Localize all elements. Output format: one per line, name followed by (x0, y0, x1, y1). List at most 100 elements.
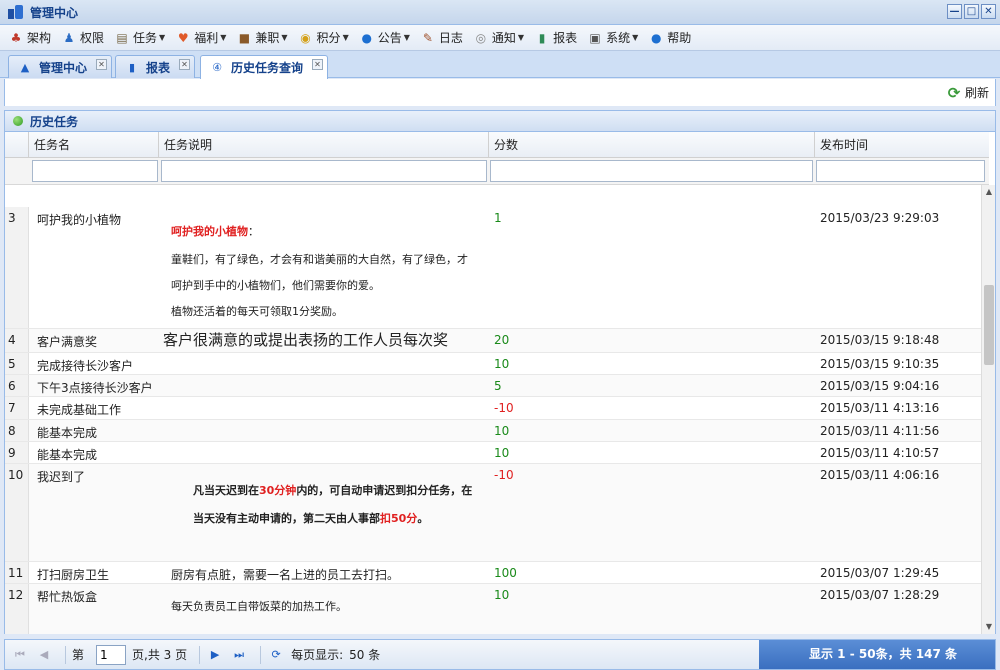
row-number-cell: 6 (5, 375, 29, 396)
row-number: 6 (8, 379, 16, 393)
maximize-button[interactable]: □ (964, 4, 979, 19)
row-number: 10 (8, 468, 24, 482)
column-header-description[interactable]: 任务说明 (159, 132, 489, 158)
filter-score-input[interactable] (490, 160, 813, 182)
row-number-cell: 3 (5, 207, 29, 328)
heart-icon: ♥ (177, 30, 189, 45)
task-description-cell: 每天负责员工自带饭菜的加热工作。 (163, 588, 488, 634)
row-number: 7 (8, 401, 16, 415)
tab-1[interactable]: ▮ 报表 ✕ (115, 55, 195, 78)
minimize-button[interactable]: — (947, 4, 962, 19)
per-page-label: 每页显示: (291, 648, 344, 662)
tab-2[interactable]: ④ 历史任务查询 ✕ (200, 55, 328, 79)
vertical-scrollbar[interactable]: ▲ ▼ (981, 185, 995, 634)
user-key-icon: ♟ (63, 30, 75, 45)
scroll-down-icon[interactable]: ▼ (982, 620, 995, 634)
row-number-cell: 5 (5, 353, 29, 374)
menu-item-9[interactable]: ▮ 报表 (534, 29, 577, 46)
caret-down-icon: ▼ (281, 33, 288, 42)
table-row[interactable]: 5 完成接待长沙客户 10 2015/03/15 9:10:35 (5, 353, 989, 375)
table-row[interactable]: 8 能基本完成 10 2015/03/11 4:11:56 (5, 420, 989, 442)
table-row[interactable]: 10 我迟到了 -10 2015/03/11 4:06:16 凡当天迟到在30分钟内的，… (5, 464, 989, 562)
row-number: 4 (8, 333, 16, 347)
scroll-up-icon[interactable]: ▲ (982, 185, 995, 199)
row-number-cell: 7 (5, 397, 29, 419)
briefcase-icon: ■ (238, 30, 251, 45)
first-page-icon[interactable]: ⏮ (11, 646, 29, 664)
score-cell: 100 (494, 566, 517, 580)
menu-item-0[interactable]: ♣ 架构 (8, 29, 51, 46)
task-name-cell: 打扫厨房卫生 (37, 568, 110, 582)
score-cell: 1 (494, 211, 502, 225)
menu-item-4[interactable]: ■ 兼职 ▼ (236, 29, 288, 46)
pencil-icon: ✎ (422, 30, 433, 45)
caret-down-icon: ▼ (220, 33, 227, 42)
description-line: 每天负责员工自带饭菜的加热工作。 (171, 600, 347, 613)
menu-item-11[interactable]: ● 帮助 (648, 29, 691, 46)
column-header-score[interactable]: 分数 (489, 132, 815, 158)
column-header-name[interactable]: 任务名 (29, 132, 159, 158)
close-icon[interactable]: ✕ (312, 59, 323, 70)
task-description-cell (163, 424, 488, 440)
menu-label: 报表 (553, 31, 578, 45)
menu-item-2[interactable]: ▤ 任务 ▼ (114, 29, 165, 46)
filter-name-input[interactable] (32, 160, 158, 182)
publish-time-cell: 2015/03/07 1:29:45 (820, 566, 940, 580)
table-row[interactable]: 3 呵护我的小植物 1 2015/03/23 9:29:03 呵护我的小植物： 童鞋们，有… (5, 207, 989, 329)
menu-label: 通知 (491, 31, 516, 45)
filter-description-input[interactable] (161, 160, 487, 182)
bar-chart-icon: ▮ (128, 60, 136, 74)
menu-label: 架构 (27, 31, 52, 45)
menu-item-8[interactable]: ◎ 通知 ▼ (473, 29, 524, 46)
next-page-icon[interactable]: ▶ (206, 646, 224, 664)
tab-0[interactable]: ▲ 管理中心 ✕ (8, 55, 112, 78)
last-page-icon[interactable]: ⏭ (230, 646, 248, 664)
table-row[interactable]: 4 客户满意奖 20 2015/03/15 9:18:48 客户很满意的或提出表扬的工作… (5, 329, 989, 353)
row-number: 12 (8, 588, 24, 602)
page-number-input[interactable] (96, 644, 127, 665)
publish-time-cell: 2015/03/11 4:11:56 (820, 424, 940, 438)
task-description-cell (163, 379, 488, 395)
caret-down-icon: ▼ (342, 33, 349, 42)
grid-toolbar: ⟳ 刷新 (4, 79, 996, 106)
description-text: 。 (417, 512, 429, 525)
table-row[interactable]: 7 未完成基础工作 -10 2015/03/11 4:13:16 (5, 397, 989, 420)
column-header-publish-time[interactable]: 发布时间 (815, 132, 989, 158)
task-name-cell: 下午3点接待长沙客户 (37, 381, 153, 395)
menu-label: 公告 (377, 31, 402, 45)
menu-item-6[interactable]: ● 公告 ▼ (359, 29, 409, 46)
table-row[interactable]: 9 能基本完成 10 2015/03/11 4:10:57 (5, 442, 989, 464)
menu-item-1[interactable]: ♟ 权限 (61, 29, 104, 46)
menu-item-7[interactable]: ✎ 日志 (420, 29, 463, 46)
refresh-icon: ⟳ (947, 83, 961, 102)
close-icon[interactable]: ✕ (96, 59, 107, 70)
refresh-button[interactable]: ⟳ 刷新 (946, 84, 989, 101)
score-cell: 5 (494, 379, 502, 393)
close-icon[interactable]: ✕ (179, 59, 190, 70)
prev-page-icon[interactable]: ◀ (35, 646, 53, 664)
menu-item-3[interactable]: ♥ 福利 ▼ (175, 29, 227, 46)
publish-time-cell: 2015/03/15 9:18:48 (820, 333, 940, 347)
clock-icon: ④ (212, 61, 222, 74)
publish-time-cell: 2015/03/11 4:13:16 (820, 401, 940, 415)
close-button[interactable]: ✕ (981, 4, 996, 19)
refresh-page-icon[interactable]: ⟳ (267, 646, 285, 664)
per-page-value: 50 条 (349, 648, 381, 662)
filter-time-input[interactable] (816, 160, 985, 182)
menu-label: 日志 (438, 31, 463, 45)
publish-time-cell: 2015/03/07 1:28:29 (820, 588, 940, 602)
table-row[interactable]: 6 下午3点接待长沙客户 5 2015/03/15 9:04:16 (5, 375, 989, 397)
score-cell: 10 (494, 446, 510, 460)
menu-label: 兼职 (255, 31, 280, 45)
caret-down-icon: ▼ (632, 33, 639, 42)
score-cell: 20 (494, 333, 510, 347)
scroll-thumb[interactable] (984, 285, 994, 365)
home-icon: ▲ (20, 60, 30, 74)
table-row[interactable]: 12 帮忙热饭盒 10 2015/03/07 1:28:29 每天负责员工自带饭菜的加热… (5, 584, 989, 634)
row-number-cell: 8 (5, 420, 29, 441)
table-row[interactable]: 11 打扫厨房卫生 100 2015/03/07 1:29:45 厨房有点脏，需要一名上… (5, 562, 989, 584)
menu-item-10[interactable]: ▣ 系统 ▼ (587, 29, 638, 46)
caret-down-icon: ▼ (517, 33, 525, 42)
bar-chart-icon: ▮ (538, 30, 546, 45)
menu-item-5[interactable]: ◉ 积分 ▼ (298, 29, 349, 46)
